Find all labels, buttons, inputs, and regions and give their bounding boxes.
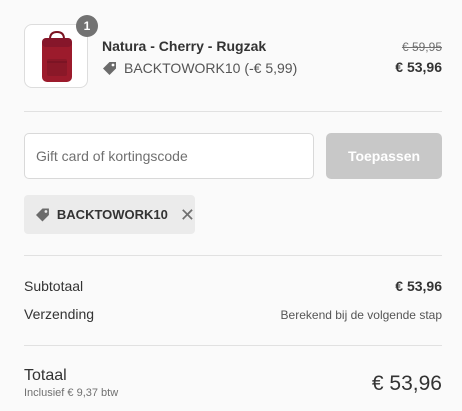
tag-icon — [103, 62, 116, 75]
subtotal-label: Subtotaal — [24, 278, 84, 294]
discounted-price: € 53,96 — [395, 59, 442, 75]
backpack-image — [42, 31, 72, 82]
total-label: Totaal — [24, 367, 67, 384]
tax-note: Inclusief € 9,37 btw — [24, 387, 119, 399]
shipping-label: Verzending — [24, 306, 95, 322]
subtotal-row: Subtotaal € 53,96 — [24, 278, 442, 294]
subtotal-value: € 53,96 — [395, 278, 442, 294]
tag-icon — [35, 208, 49, 222]
applied-discount-code: BACKTOWORK10 — [56, 207, 168, 222]
shipping-row: Verzending Berekend bij de volgende stap — [24, 306, 442, 322]
product-discount: BACKTOWORK10 (-€ 5,99) — [102, 60, 297, 76]
apply-button[interactable]: Toepassen — [326, 133, 442, 179]
discount-code-input[interactable] — [24, 133, 314, 179]
applied-discount-tag: BACKTOWORK10 ✕ — [24, 195, 195, 234]
divider — [24, 255, 442, 256]
product-name: Natura - Cherry - Rugzak — [102, 38, 267, 54]
remove-discount-close-icon[interactable]: ✕ — [180, 206, 195, 224]
original-price: € 59,95 — [401, 40, 442, 54]
total-value: € 53,96 — [371, 372, 442, 395]
divider — [24, 111, 442, 112]
shipping-value: Berekend bij de volgende stap — [280, 308, 442, 322]
product-discount-text: BACKTOWORK10 (-€ 5,99) — [124, 60, 298, 76]
divider — [24, 345, 442, 346]
cart-line-item: 1 Natura - Cherry - Rugzak BACKTOWORK10 … — [24, 15, 444, 90]
quantity-badge: 1 — [76, 15, 98, 37]
